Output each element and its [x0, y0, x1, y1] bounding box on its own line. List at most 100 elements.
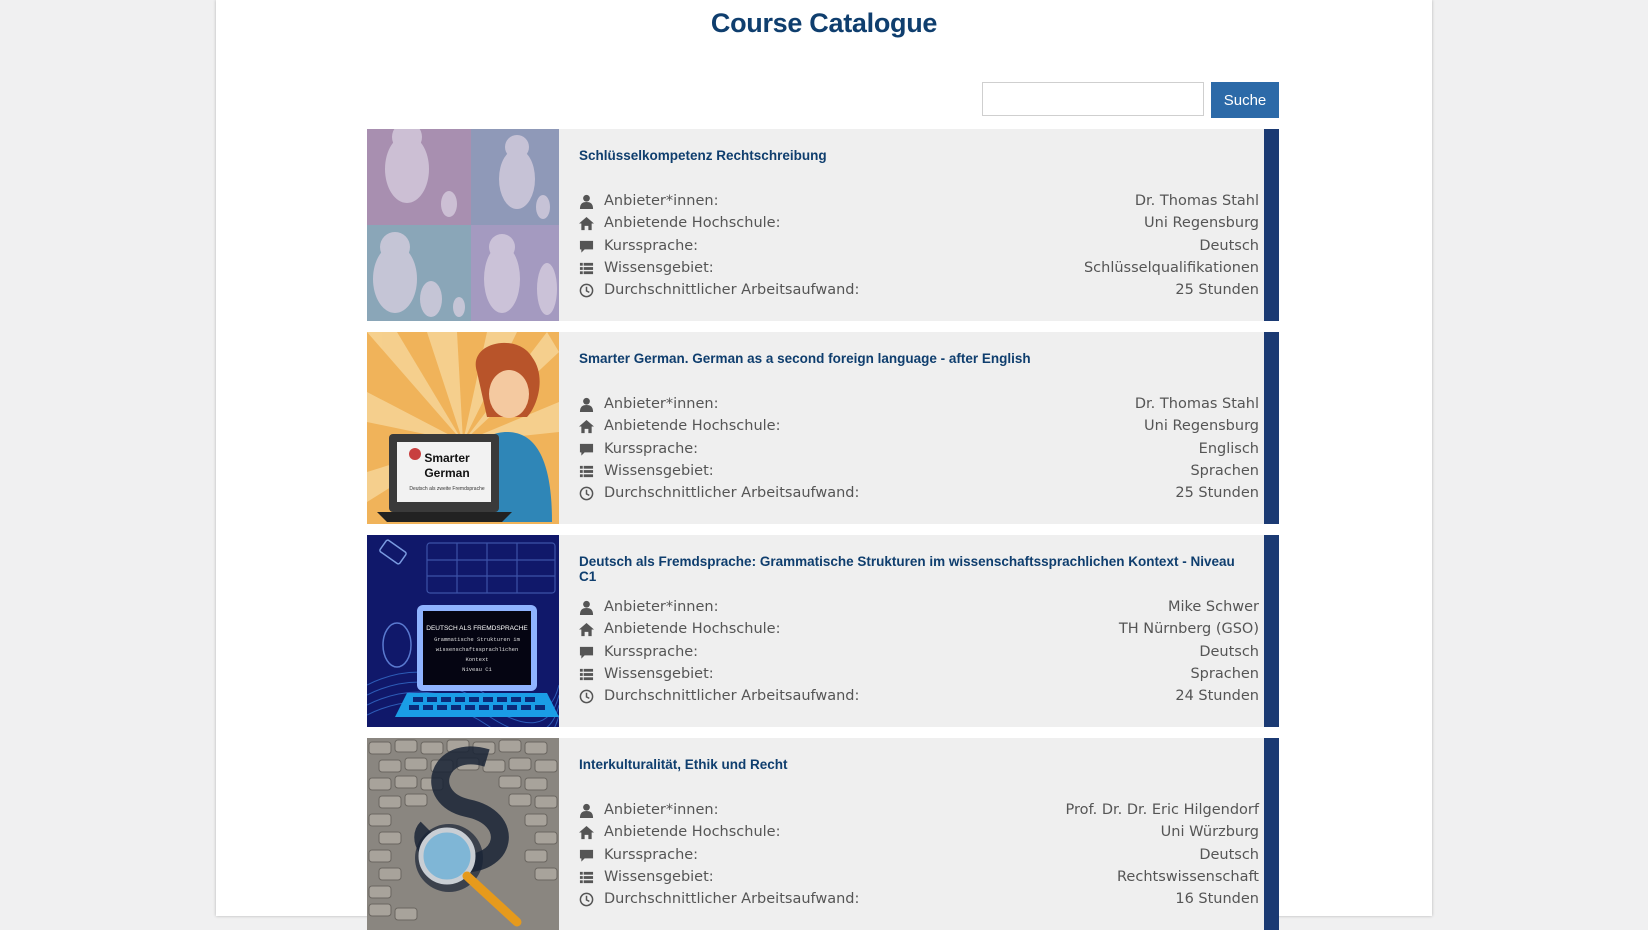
list-icon	[579, 668, 594, 681]
course-card[interactable]: Schlüsselkompetenz Rechtschreibung Anbie…	[367, 129, 1279, 321]
card-accent-bar	[1264, 535, 1279, 727]
university-row: Anbietende Hochschule: Uni Würzburg	[579, 821, 1259, 843]
language-label: Kurssprache:	[604, 846, 699, 863]
thumb-text: German	[424, 466, 469, 480]
language-label: Kurssprache:	[604, 237, 699, 254]
course-title[interactable]: Interkulturalität, Ethik und Recht	[579, 757, 1249, 772]
workload-value: 25 Stunden	[1175, 282, 1259, 299]
thumb-text: DEUTSCH ALS FREMDSPRACHE	[426, 625, 528, 632]
university-row: Anbietende Hochschule: Uni Regensburg	[579, 212, 1259, 234]
course-thumbnail[interactable]: DEUTSCH ALS FREMDSPRACHE Grammatische St…	[367, 535, 559, 727]
comment-icon	[579, 849, 594, 862]
university-row: Anbietende Hochschule: TH Nürnberg (GSO)	[579, 618, 1259, 640]
language-row: Kurssprache: Deutsch	[579, 235, 1259, 257]
university-value: Uni Würzburg	[1160, 824, 1259, 841]
home-icon	[579, 420, 594, 434]
provider-label: Anbieter*innen:	[604, 396, 719, 412]
language-row: Kurssprache: Deutsch	[579, 641, 1259, 663]
thumb-text: Kontext	[465, 656, 488, 663]
list-icon	[579, 262, 594, 275]
home-icon	[579, 623, 594, 637]
field-value: Sprachen	[1190, 665, 1259, 682]
course-title[interactable]: Deutsch als Fremdsprache: Grammatische S…	[579, 554, 1249, 584]
thumb-text: Deutsch als zweite Fremdsprache	[409, 486, 485, 492]
home-icon	[579, 826, 594, 840]
card-accent-bar	[1264, 738, 1279, 930]
list-icon	[579, 465, 594, 478]
workload-value: 25 Stunden	[1175, 485, 1259, 502]
card-accent-bar	[1264, 332, 1279, 524]
clock-icon	[579, 689, 594, 704]
list-icon	[579, 871, 594, 884]
provider-value: Dr. Thomas Stahl	[1134, 396, 1259, 412]
language-value: Deutsch	[1199, 237, 1259, 254]
language-label: Kurssprache:	[604, 440, 699, 457]
provider-label: Anbieter*innen:	[604, 193, 719, 209]
course-thumbnail[interactable]	[367, 738, 559, 930]
field-value: Schlüsselqualifikationen	[1083, 259, 1259, 276]
university-row: Anbietende Hochschule: Uni Regensburg	[579, 415, 1259, 437]
home-icon	[579, 217, 594, 231]
provider-label: Anbieter*innen:	[604, 599, 719, 615]
university-value: Uni Regensburg	[1144, 418, 1259, 435]
workload-row: Durchschnittlicher Arbeitsaufwand: 25 St…	[579, 482, 1259, 504]
field-value: Sprachen	[1190, 462, 1259, 479]
user-icon	[579, 194, 594, 209]
user-icon	[579, 803, 594, 818]
provider-row: Anbieter*innen: Dr. Thomas Stahl	[579, 393, 1259, 415]
thumb-text: wissenschaftssprachlichen	[436, 646, 519, 653]
clock-icon	[579, 892, 594, 907]
course-card[interactable]: Smarter German Deutsch als zweite Fremds…	[367, 332, 1279, 524]
workload-label: Durchschnittlicher Arbeitsaufwand:	[604, 282, 860, 299]
language-value: Deutsch	[1199, 643, 1259, 660]
provider-row: Anbieter*innen: Prof. Dr. Dr. Eric Hilge…	[579, 799, 1259, 821]
course-card[interactable]: DEUTSCH ALS FREMDSPRACHE Grammatische St…	[367, 535, 1279, 727]
workload-label: Durchschnittlicher Arbeitsaufwand:	[604, 891, 860, 908]
course-title[interactable]: Smarter German. German as a second forei…	[579, 351, 1249, 366]
language-row: Kurssprache: Englisch	[579, 438, 1259, 460]
field-label: Wissensgebiet:	[604, 259, 714, 276]
provider-row: Anbieter*innen: Dr. Thomas Stahl	[579, 190, 1259, 212]
field-row: Wissensgebiet: Schlüsselqualifikationen	[579, 257, 1259, 279]
comment-icon	[579, 646, 594, 659]
workload-row: Durchschnittlicher Arbeitsaufwand: 25 St…	[579, 279, 1259, 301]
provider-value: Prof. Dr. Dr. Eric Hilgendorf	[1065, 802, 1259, 818]
language-value: Deutsch	[1199, 846, 1259, 863]
language-value: Englisch	[1198, 440, 1259, 457]
university-label: Anbietende Hochschule:	[604, 824, 781, 841]
comment-icon	[579, 240, 594, 253]
workload-value: 24 Stunden	[1175, 688, 1259, 705]
field-label: Wissensgebiet:	[604, 868, 714, 885]
clock-icon	[579, 283, 594, 298]
search-button[interactable]: Suche	[1211, 82, 1279, 118]
workload-row: Durchschnittlicher Arbeitsaufwand: 16 St…	[579, 888, 1259, 910]
search-input[interactable]	[982, 82, 1204, 116]
card-accent-bar	[1264, 129, 1279, 321]
university-label: Anbietende Hochschule:	[604, 621, 781, 638]
course-thumbnail[interactable]	[367, 129, 559, 321]
language-label: Kurssprache:	[604, 643, 699, 660]
course-title[interactable]: Schlüsselkompetenz Rechtschreibung	[579, 148, 1249, 163]
course-thumbnail[interactable]: Smarter German Deutsch als zweite Fremds…	[367, 332, 559, 524]
field-row: Wissensgebiet: Rechtswissenschaft	[579, 866, 1259, 888]
page-title: Course Catalogue	[710, 8, 938, 38]
provider-row: Anbieter*innen: Mike Schwer	[579, 596, 1259, 618]
user-icon	[579, 600, 594, 615]
field-row: Wissensgebiet: Sprachen	[579, 460, 1259, 482]
workload-label: Durchschnittlicher Arbeitsaufwand:	[604, 688, 860, 705]
university-label: Anbietende Hochschule:	[604, 215, 781, 232]
field-label: Wissensgebiet:	[604, 665, 714, 682]
university-value: Uni Regensburg	[1144, 215, 1259, 232]
field-row: Wissensgebiet: Sprachen	[579, 663, 1259, 685]
clock-icon	[579, 486, 594, 501]
comment-icon	[579, 443, 594, 456]
thumb-text: Grammatische Strukturen im	[434, 636, 521, 643]
university-label: Anbietende Hochschule:	[604, 418, 781, 435]
thumb-text: Niveau C1	[462, 666, 492, 673]
user-icon	[579, 397, 594, 412]
workload-label: Durchschnittlicher Arbeitsaufwand:	[604, 485, 860, 502]
catalogue-page: Course Catalogue Suche Schlüsselkompeten…	[216, 0, 1432, 930]
field-value: Rechtswissenschaft	[1117, 868, 1259, 885]
language-row: Kurssprache: Deutsch	[579, 844, 1259, 866]
course-card[interactable]: Interkulturalität, Ethik und Recht Anbie…	[367, 738, 1279, 930]
